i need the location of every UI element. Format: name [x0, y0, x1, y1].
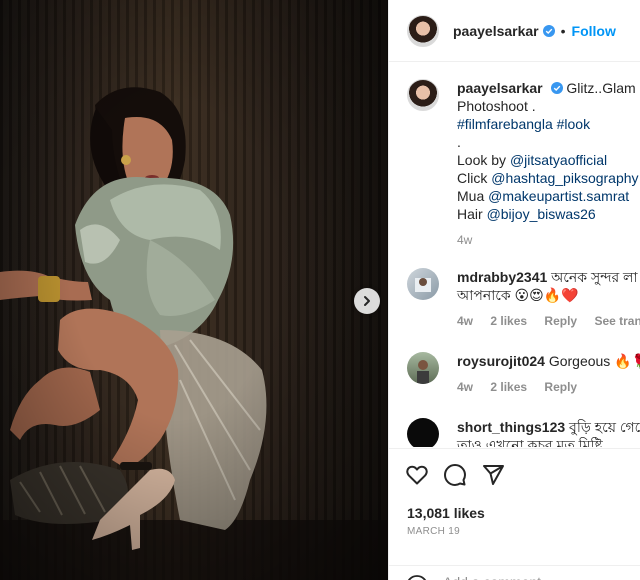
- likes-count[interactable]: 13,081 likes: [407, 505, 485, 521]
- action-icons: [405, 463, 505, 487]
- reply-button[interactable]: Reply: [544, 380, 577, 394]
- emoji-smile-icon[interactable]: [405, 574, 429, 580]
- caption-credit-label: Hair: [457, 206, 487, 222]
- post-side-panel: paayelsarkar • Follow paayelsarkar Glitz…: [388, 0, 640, 580]
- author-avatar[interactable]: [407, 14, 439, 47]
- comment-text: বুড়ি হয়ে গেছে: [569, 419, 640, 435]
- reply-button[interactable]: Reply: [544, 314, 577, 328]
- caption-line: Glitz..Glam and: [566, 80, 640, 96]
- heart-icon[interactable]: [405, 463, 429, 487]
- follow-button[interactable]: Follow: [572, 23, 616, 39]
- caption-hashtags[interactable]: #filmfarebangla #look: [457, 115, 640, 133]
- comment-body: roysurojit024 Gorgeous 🔥🌹 4w 2 likes Rep…: [457, 352, 640, 396]
- caption-credit-label: Click: [457, 170, 492, 186]
- verified-badge-icon: [550, 82, 563, 94]
- comment-input[interactable]: [443, 574, 623, 580]
- comment-age[interactable]: 4w: [457, 380, 473, 394]
- comment-meta: 4w 2 likes Reply: [457, 378, 640, 396]
- comments-section[interactable]: paayelsarkar Glitz..Glam and Photoshoot …: [389, 63, 640, 447]
- commenter-avatar-image: [417, 360, 429, 384]
- comment-text: আপনাকে 😮😍🔥❤️: [457, 287, 579, 303]
- paper-plane-icon[interactable]: [481, 463, 505, 487]
- mention-link[interactable]: @bijoy_biswas26: [487, 206, 596, 222]
- instagram-post: paayelsarkar • Follow paayelsarkar Glitz…: [0, 0, 640, 580]
- comment-age[interactable]: 4w: [457, 314, 473, 328]
- see-translation-button[interactable]: See translation: [594, 314, 640, 328]
- verified-badge-icon: [542, 24, 555, 37]
- commenter-avatar[interactable]: [407, 418, 439, 447]
- commenter-username[interactable]: roysurojit024: [457, 353, 545, 369]
- commenter-avatar[interactable]: [407, 268, 439, 300]
- chevron-right-icon: [364, 296, 370, 306]
- post-photo[interactable]: [0, 0, 388, 580]
- comment-text: অনেক সুন্দর লা: [551, 269, 638, 285]
- caption-credit-label: Look by: [457, 152, 510, 168]
- caption-username[interactable]: paayelsarkar: [457, 80, 543, 96]
- add-comment-bar: [389, 565, 640, 580]
- caption-line: .: [457, 134, 461, 150]
- caption-age[interactable]: 4w: [457, 231, 640, 249]
- caption-line: Photoshoot .: [457, 98, 536, 114]
- comment-text: তাও এখনো কচুর মত মিষ্টি: [457, 437, 603, 447]
- commenter-avatar-image: [415, 278, 431, 292]
- commenter-username[interactable]: mdrabby2341: [457, 269, 547, 285]
- mention-link[interactable]: @jitsatyaofficial: [510, 152, 607, 168]
- caption-text: paayelsarkar Glitz..Glam and Photoshoot …: [457, 79, 640, 249]
- author-username[interactable]: paayelsarkar: [453, 23, 539, 39]
- mention-link[interactable]: @hashtag_piksography: [491, 170, 638, 186]
- photo-vignette: [0, 0, 388, 580]
- post-date[interactable]: MARCH 19: [407, 526, 460, 537]
- caption-credit-label: Mua: [457, 188, 489, 204]
- post-actions: 13,081 likes MARCH 19: [389, 448, 640, 580]
- mention-link[interactable]: @makeupartist.samrat: [488, 188, 629, 204]
- commenter-avatar[interactable]: [407, 352, 439, 384]
- caption-author-avatar[interactable]: [407, 79, 439, 111]
- comment-bubble-icon[interactable]: [443, 463, 467, 487]
- comment-body: mdrabby2341 অনেক সুন্দর লা আপনাকে 😮😍🔥❤️ …: [457, 268, 640, 330]
- post-header: paayelsarkar • Follow: [389, 0, 640, 62]
- separator-dot: •: [560, 22, 566, 39]
- commenter-username[interactable]: short_things123: [457, 419, 565, 435]
- comment-text: Gorgeous 🔥🌹: [548, 353, 640, 369]
- comment-body: short_things123 বুড়ি হয়ে গেছে তাও এখনো…: [457, 418, 640, 447]
- comment-likes[interactable]: 2 likes: [490, 314, 527, 328]
- comment-likes[interactable]: 2 likes: [490, 380, 527, 394]
- next-photo-button[interactable]: [354, 288, 380, 314]
- comment-meta: 4w 2 likes Reply See translation: [457, 312, 640, 330]
